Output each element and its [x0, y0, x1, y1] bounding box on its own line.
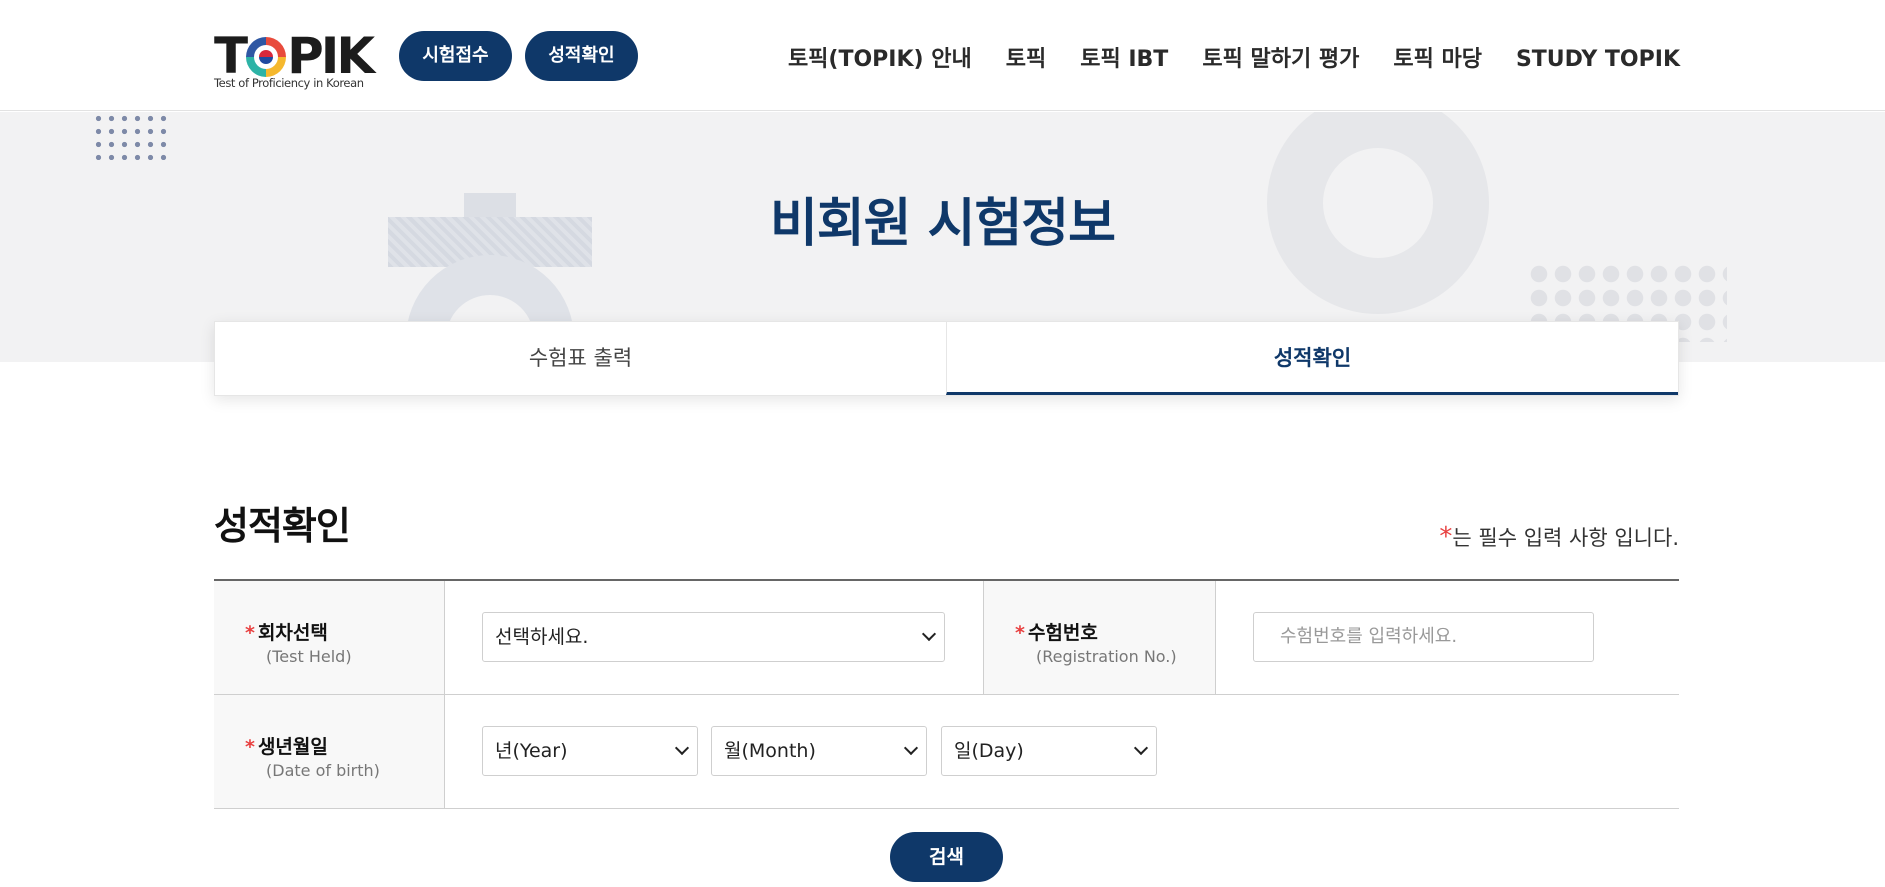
- form-row: * 생년월일 (Date of birth) 년(Year) 월(Month) 일…: [214, 695, 1679, 809]
- site-header: T PIK Test of Proficiency in Korean 시험접수 …: [0, 0, 1885, 111]
- section-title: 성적확인: [214, 504, 351, 548]
- chevron-down-icon: [674, 740, 690, 756]
- dob-cell: 년(Year) 월(Month) 일(Day): [445, 695, 1679, 808]
- reg-no-input[interactable]: 수험번호를 입력하세요.: [1253, 612, 1594, 662]
- main-nav: 토픽(TOPIK) 안내 토픽 토픽 IBT 토픽 말하기 평가 토픽 마당 S…: [754, 44, 1680, 76]
- chevron-down-icon: [1133, 740, 1149, 756]
- logo-subtitle: Test of Proficiency in Korean: [214, 76, 364, 90]
- search-button[interactable]: 검색: [890, 832, 1003, 882]
- tab-check-score[interactable]: 성적확인: [946, 322, 1678, 395]
- dob-label: * 생년월일 (Date of birth): [214, 695, 445, 808]
- required-note: *는 필수 입력 사항 입니다.: [1439, 522, 1679, 552]
- reg-no-cell: 수험번호를 입력하세요.: [1216, 581, 1679, 694]
- nav-topik-ibt[interactable]: 토픽 IBT: [1080, 44, 1168, 76]
- logo-circle-icon: [246, 37, 287, 77]
- tab-print-admission[interactable]: 수험표 출력: [215, 322, 946, 395]
- chevron-down-icon: [903, 740, 919, 756]
- nav-topik[interactable]: 토픽: [1006, 44, 1046, 76]
- chevron-down-icon: [921, 626, 937, 642]
- page-title: 비회원 시험정보: [770, 194, 1116, 254]
- test-held-label: * 회차선택 (Test Held): [214, 581, 445, 694]
- nav-topik-guide[interactable]: 토픽(TOPIK) 안내: [788, 44, 972, 76]
- dob-day-select[interactable]: 일(Day): [941, 726, 1157, 776]
- dob-year-select[interactable]: 년(Year): [482, 726, 698, 776]
- dots-decoration-icon: [92, 112, 172, 160]
- test-held-select[interactable]: 선택하세요.: [482, 612, 945, 662]
- nav-topik-speaking[interactable]: 토픽 말하기 평가: [1202, 44, 1359, 76]
- form-row: * 회차선택 (Test Held) 선택하세요. * 수험번호 (Registra…: [214, 581, 1679, 695]
- check-score-button[interactable]: 성적확인: [525, 31, 638, 81]
- test-held-cell: 선택하세요.: [445, 581, 984, 694]
- nav-study-topik[interactable]: STUDY TOPIK: [1516, 44, 1680, 76]
- apply-exam-button[interactable]: 시험접수: [399, 31, 512, 81]
- tab-bar: 수험표 출력 성적확인: [214, 321, 1679, 396]
- topik-logo[interactable]: T PIK Test of Proficiency in Korean: [214, 28, 375, 92]
- required-star-icon: *: [1439, 522, 1453, 552]
- dob-month-select[interactable]: 월(Month): [711, 726, 927, 776]
- reg-no-label: * 수험번호 (Registration No.): [984, 581, 1216, 694]
- nav-topik-madang[interactable]: 토픽 마당: [1393, 44, 1482, 76]
- score-form: * 회차선택 (Test Held) 선택하세요. * 수험번호 (Registra…: [214, 579, 1679, 809]
